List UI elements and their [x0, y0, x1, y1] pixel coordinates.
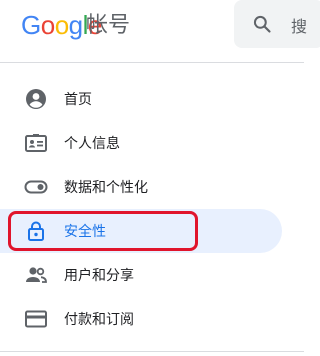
sidebar-item-label: 付款和订阅 — [64, 312, 134, 328]
sidebar-item-label: 个人信息 — [64, 136, 120, 152]
sidebar-item-data-personalization[interactable]: 数据和个性化 — [0, 165, 304, 209]
account-circle-icon — [24, 87, 48, 111]
toggle-icon — [24, 175, 48, 199]
credit-card-icon — [24, 307, 48, 331]
sidebar-item-people-sharing[interactable]: 用户和分享 — [0, 253, 304, 297]
highlight-box — [8, 211, 198, 251]
search-icon[interactable] — [252, 14, 272, 39]
badge-icon — [24, 131, 48, 155]
product-name: 帐号 — [86, 13, 131, 38]
header-divider — [0, 62, 304, 63]
bottom-divider — [0, 351, 304, 352]
sidebar-item-label: 用户和分享 — [64, 268, 134, 284]
search-field[interactable]: 搜 — [234, 0, 320, 48]
sidebar-item-payments-subscriptions[interactable]: 付款和订阅 — [0, 297, 304, 341]
sidebar-item-home[interactable]: 首页 — [0, 77, 304, 121]
sidebar-item-label: 首页 — [64, 92, 92, 108]
sidebar-item-security[interactable]: 安全性 — [0, 209, 304, 253]
sidebar-item-personal-info[interactable]: 个人信息 — [0, 121, 304, 165]
sidebar-item-label: 数据和个性化 — [64, 180, 148, 196]
search-placeholder: 搜 — [291, 17, 308, 36]
sidebar-nav: 首页 个人信息 数据和个性化 安全性 用户和分享 付款和订阅 — [0, 77, 304, 341]
people-icon — [24, 263, 48, 287]
